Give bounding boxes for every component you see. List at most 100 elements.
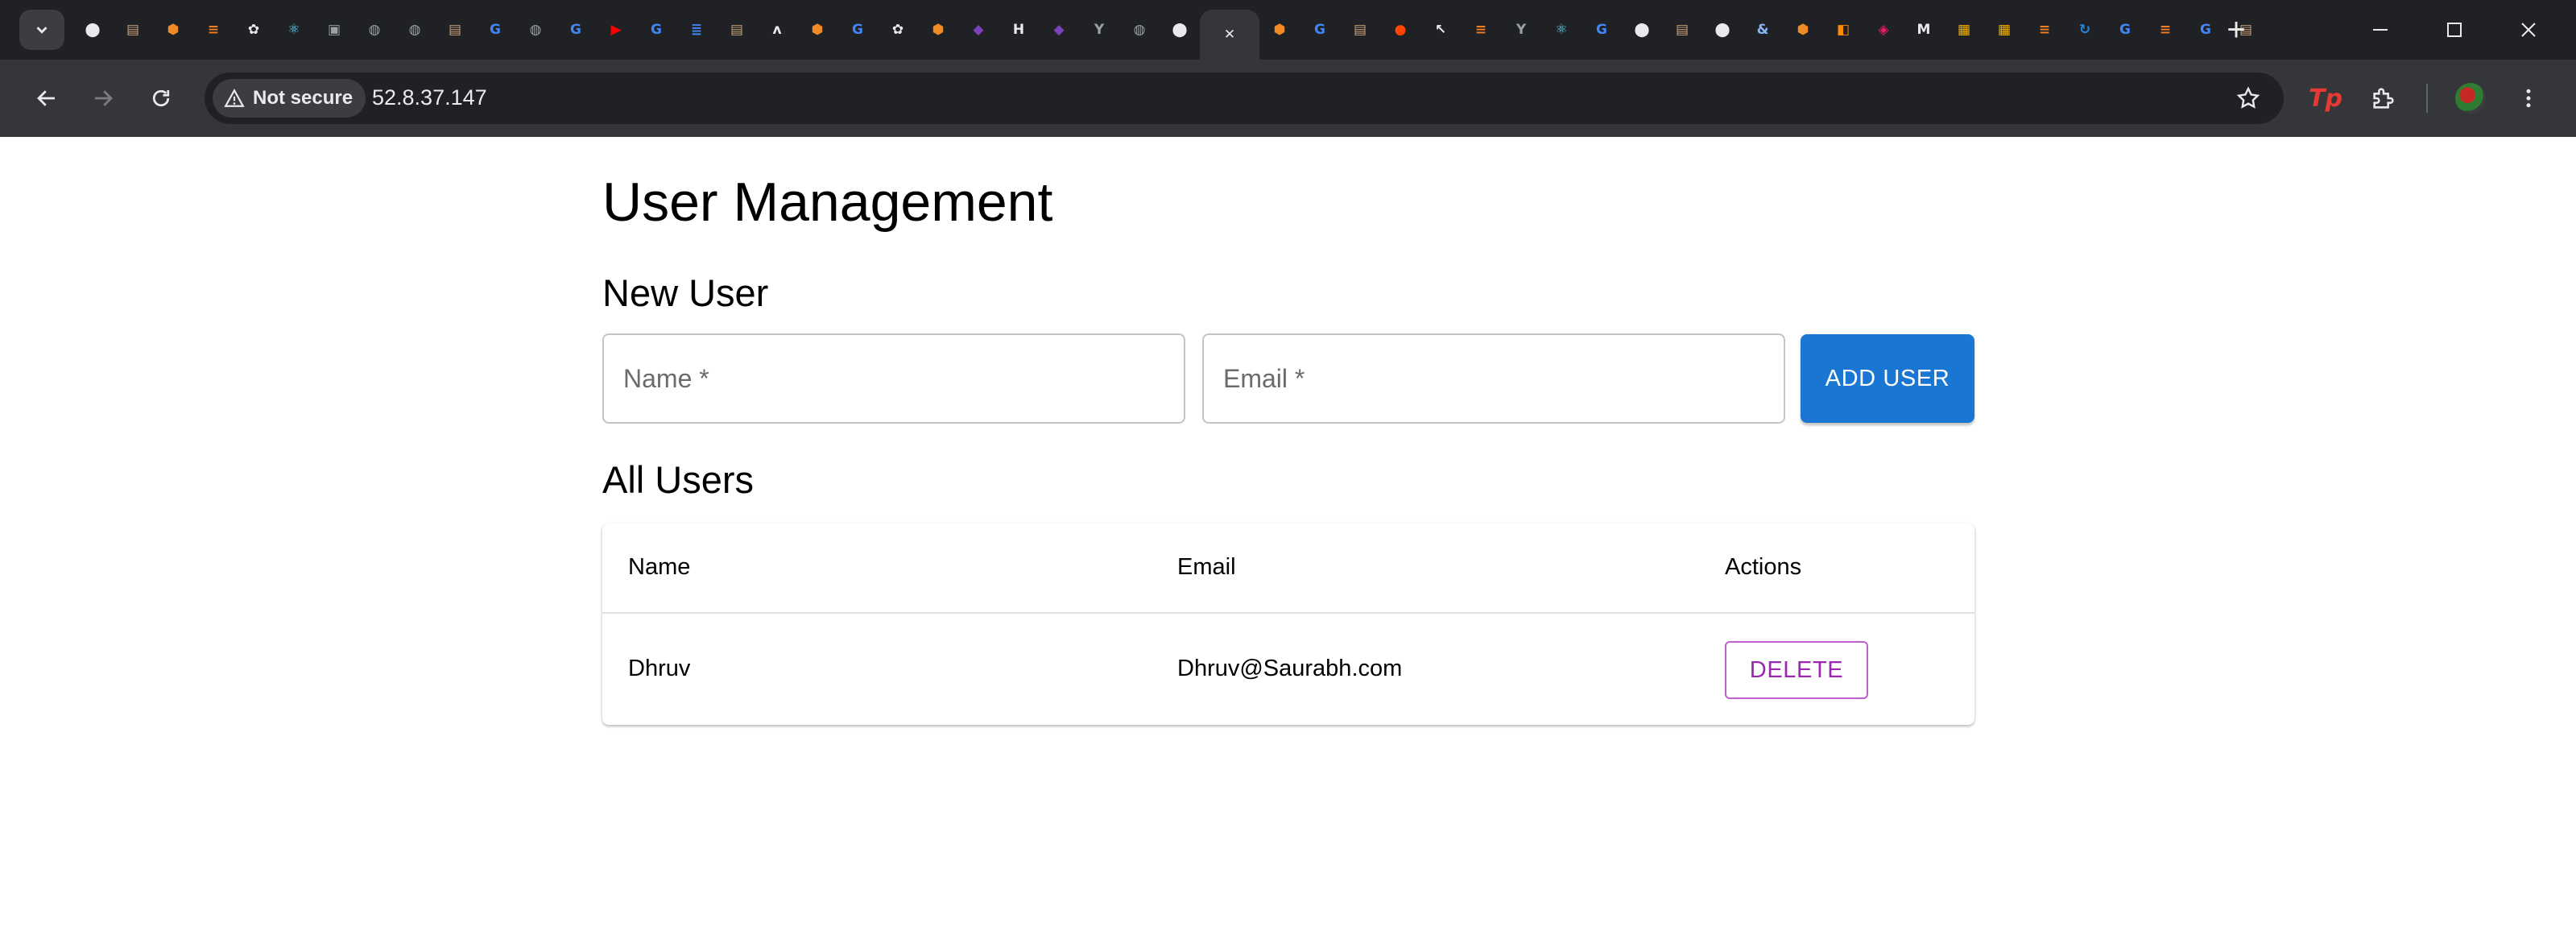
docs-icon: ≣ xyxy=(690,22,703,38)
add-user-button[interactable]: ADD USER xyxy=(1801,334,1974,423)
reload-icon xyxy=(152,89,170,107)
star-icon xyxy=(2236,86,2260,109)
url-text[interactable]: 52.8.37.147 xyxy=(372,85,487,110)
browser-tab[interactable]: ▤ xyxy=(113,10,153,50)
new-user-heading: New User xyxy=(602,271,769,314)
browser-tab[interactable]: ⚛ xyxy=(1541,10,1582,50)
browser-tab[interactable]: ◍ xyxy=(354,10,395,50)
browser-tab[interactable]: ʌ xyxy=(757,10,797,50)
site-security-chip[interactable]: Not secure xyxy=(213,79,366,118)
new-tab-button[interactable]: + xyxy=(2216,10,2256,50)
page-viewport: User Management New User ADD USER All Us… xyxy=(0,137,2576,927)
back-button[interactable] xyxy=(24,76,69,121)
forward-button[interactable] xyxy=(81,76,126,121)
orange-square-icon: ◧ xyxy=(1836,22,1850,38)
minimize-button[interactable] xyxy=(2343,10,2417,50)
browser-tab[interactable]: ◧ xyxy=(1823,10,1863,50)
browser-tab[interactable]: ↻ xyxy=(2065,10,2105,50)
browser-tab[interactable]: ⬢ xyxy=(153,10,193,50)
browser-tab[interactable]: & xyxy=(1743,10,1783,50)
delete-user-button[interactable]: DELETE xyxy=(1725,641,1868,699)
browser-tab[interactable]: ▤ xyxy=(1662,10,1702,50)
browser-tab[interactable]: ≡ xyxy=(2024,10,2065,50)
email-field[interactable] xyxy=(1202,333,1785,424)
email-input[interactable] xyxy=(1223,335,1763,422)
tab-strip: ⬤ ▤ ⬢ ≡ ✿ ⚛ ▣ ◍ ◍ ▤ G ◍ G ▶ G ≣ ▤ ʌ ⬢ G ✿ ⬢ ◆ H ◆ Y ◍ ⬤ ✕ ⬢ G ▤ ● ↖ ≡ Y ⚛ G ⬤ ▤… xyxy=(0,0,2576,60)
browser-tab[interactable]: ▣ xyxy=(314,10,354,50)
fork-icon: Y xyxy=(1094,22,1105,38)
notebook-icon: ▦ xyxy=(1957,22,1971,38)
toolbar-divider xyxy=(2426,84,2428,113)
column-header-actions: Actions xyxy=(1725,554,1802,580)
browser-tab[interactable]: ● xyxy=(1380,10,1420,50)
browser-tab[interactable]: Y xyxy=(1501,10,1541,50)
browser-tab[interactable]: ⬤ xyxy=(1160,10,1200,50)
browser-tab[interactable]: ⚛ xyxy=(274,10,314,50)
browser-tab[interactable]: ⬢ xyxy=(1783,10,1823,50)
browser-tab[interactable]: ≡ xyxy=(193,10,234,50)
browser-tab[interactable]: G xyxy=(475,10,515,50)
browser-tab[interactable]: ⬤ xyxy=(1702,10,1743,50)
browser-tab[interactable]: G xyxy=(1300,10,1340,50)
browser-tab[interactable]: ≡ xyxy=(2145,10,2185,50)
google-icon: G xyxy=(1314,22,1325,38)
address-bar[interactable]: Not secure 52.8.37.147 xyxy=(205,72,2284,124)
browser-tab[interactable]: ⬢ xyxy=(1259,10,1300,50)
tp-extension-icon[interactable]: Tp xyxy=(2306,79,2345,118)
browser-tab[interactable]: ◍ xyxy=(515,10,556,50)
react-icon: ⚛ xyxy=(287,22,300,38)
medium-icon: M xyxy=(1916,22,1931,38)
browser-tab[interactable]: ◈ xyxy=(1863,10,1904,50)
browser-tab[interactable]: ▦ xyxy=(1984,10,2024,50)
browser-tab[interactable]: G xyxy=(556,10,596,50)
name-field[interactable] xyxy=(602,333,1185,424)
browser-tab[interactable]: ◆ xyxy=(958,10,999,50)
name-input[interactable] xyxy=(623,335,1163,422)
browser-tab[interactable]: ⬤ xyxy=(1622,10,1662,50)
globe-icon: ◍ xyxy=(529,22,542,38)
browser-tab[interactable]: Y xyxy=(1079,10,1119,50)
tab-search-button[interactable] xyxy=(19,10,64,50)
reddit-icon: ● xyxy=(1394,22,1407,38)
browser-tab[interactable]: ◍ xyxy=(395,10,435,50)
box-icon: ⬢ xyxy=(1797,22,1809,38)
active-tab[interactable]: ✕ xyxy=(1200,10,1259,60)
bookmark-star-button[interactable] xyxy=(2232,82,2264,114)
browser-tab[interactable]: ✿ xyxy=(234,10,274,50)
profile-avatar[interactable] xyxy=(2451,79,2490,118)
reload-button[interactable] xyxy=(139,76,184,121)
box-icon: ⬢ xyxy=(932,22,945,38)
extensions-puzzle-icon[interactable] xyxy=(2364,79,2403,118)
browser-tab[interactable]: G xyxy=(2105,10,2145,50)
browser-tab[interactable]: H xyxy=(999,10,1039,50)
globe-icon: ◍ xyxy=(1133,22,1146,38)
maximize-button[interactable] xyxy=(2417,10,2491,50)
browser-tab[interactable]: ≡ xyxy=(1461,10,1501,50)
google-icon: G xyxy=(2119,22,2131,38)
browser-tab[interactable]: ▤ xyxy=(1340,10,1380,50)
browser-tab[interactable]: ▤ xyxy=(717,10,757,50)
menu-kebab-icon[interactable] xyxy=(2509,79,2548,118)
browser-tab[interactable]: ⬢ xyxy=(918,10,958,50)
browser-tab[interactable]: ◍ xyxy=(1119,10,1160,50)
browser-tab[interactable]: ≣ xyxy=(676,10,717,50)
browser-tab[interactable]: G xyxy=(1582,10,1622,50)
browser-tab[interactable]: G xyxy=(636,10,676,50)
browser-tab[interactable]: ↖ xyxy=(1420,10,1461,50)
browser-tab[interactable]: ▶ xyxy=(596,10,636,50)
table-row: Dhruv Dhruv@Saurabh.com DELETE xyxy=(602,614,1974,725)
browser-tab[interactable]: ⬢ xyxy=(797,10,837,50)
browser-tab[interactable]: ✿ xyxy=(878,10,918,50)
browser-tab[interactable]: G xyxy=(837,10,878,50)
user-email-cell: Dhruv@Saurabh.com xyxy=(1177,656,1403,681)
browser-tab[interactable]: ⬤ xyxy=(72,10,113,50)
browser-tab[interactable]: ◆ xyxy=(1039,10,1079,50)
github-icon: ⬤ xyxy=(1634,22,1650,38)
browser-tab[interactable]: M xyxy=(1904,10,1944,50)
google-icon: G xyxy=(490,22,501,38)
close-icon[interactable]: ✕ xyxy=(1218,23,1241,46)
browser-tab[interactable]: ▦ xyxy=(1944,10,1984,50)
close-window-button[interactable] xyxy=(2491,10,2566,50)
book-icon: ▤ xyxy=(730,22,744,38)
browser-tab[interactable]: ▤ xyxy=(435,10,475,50)
